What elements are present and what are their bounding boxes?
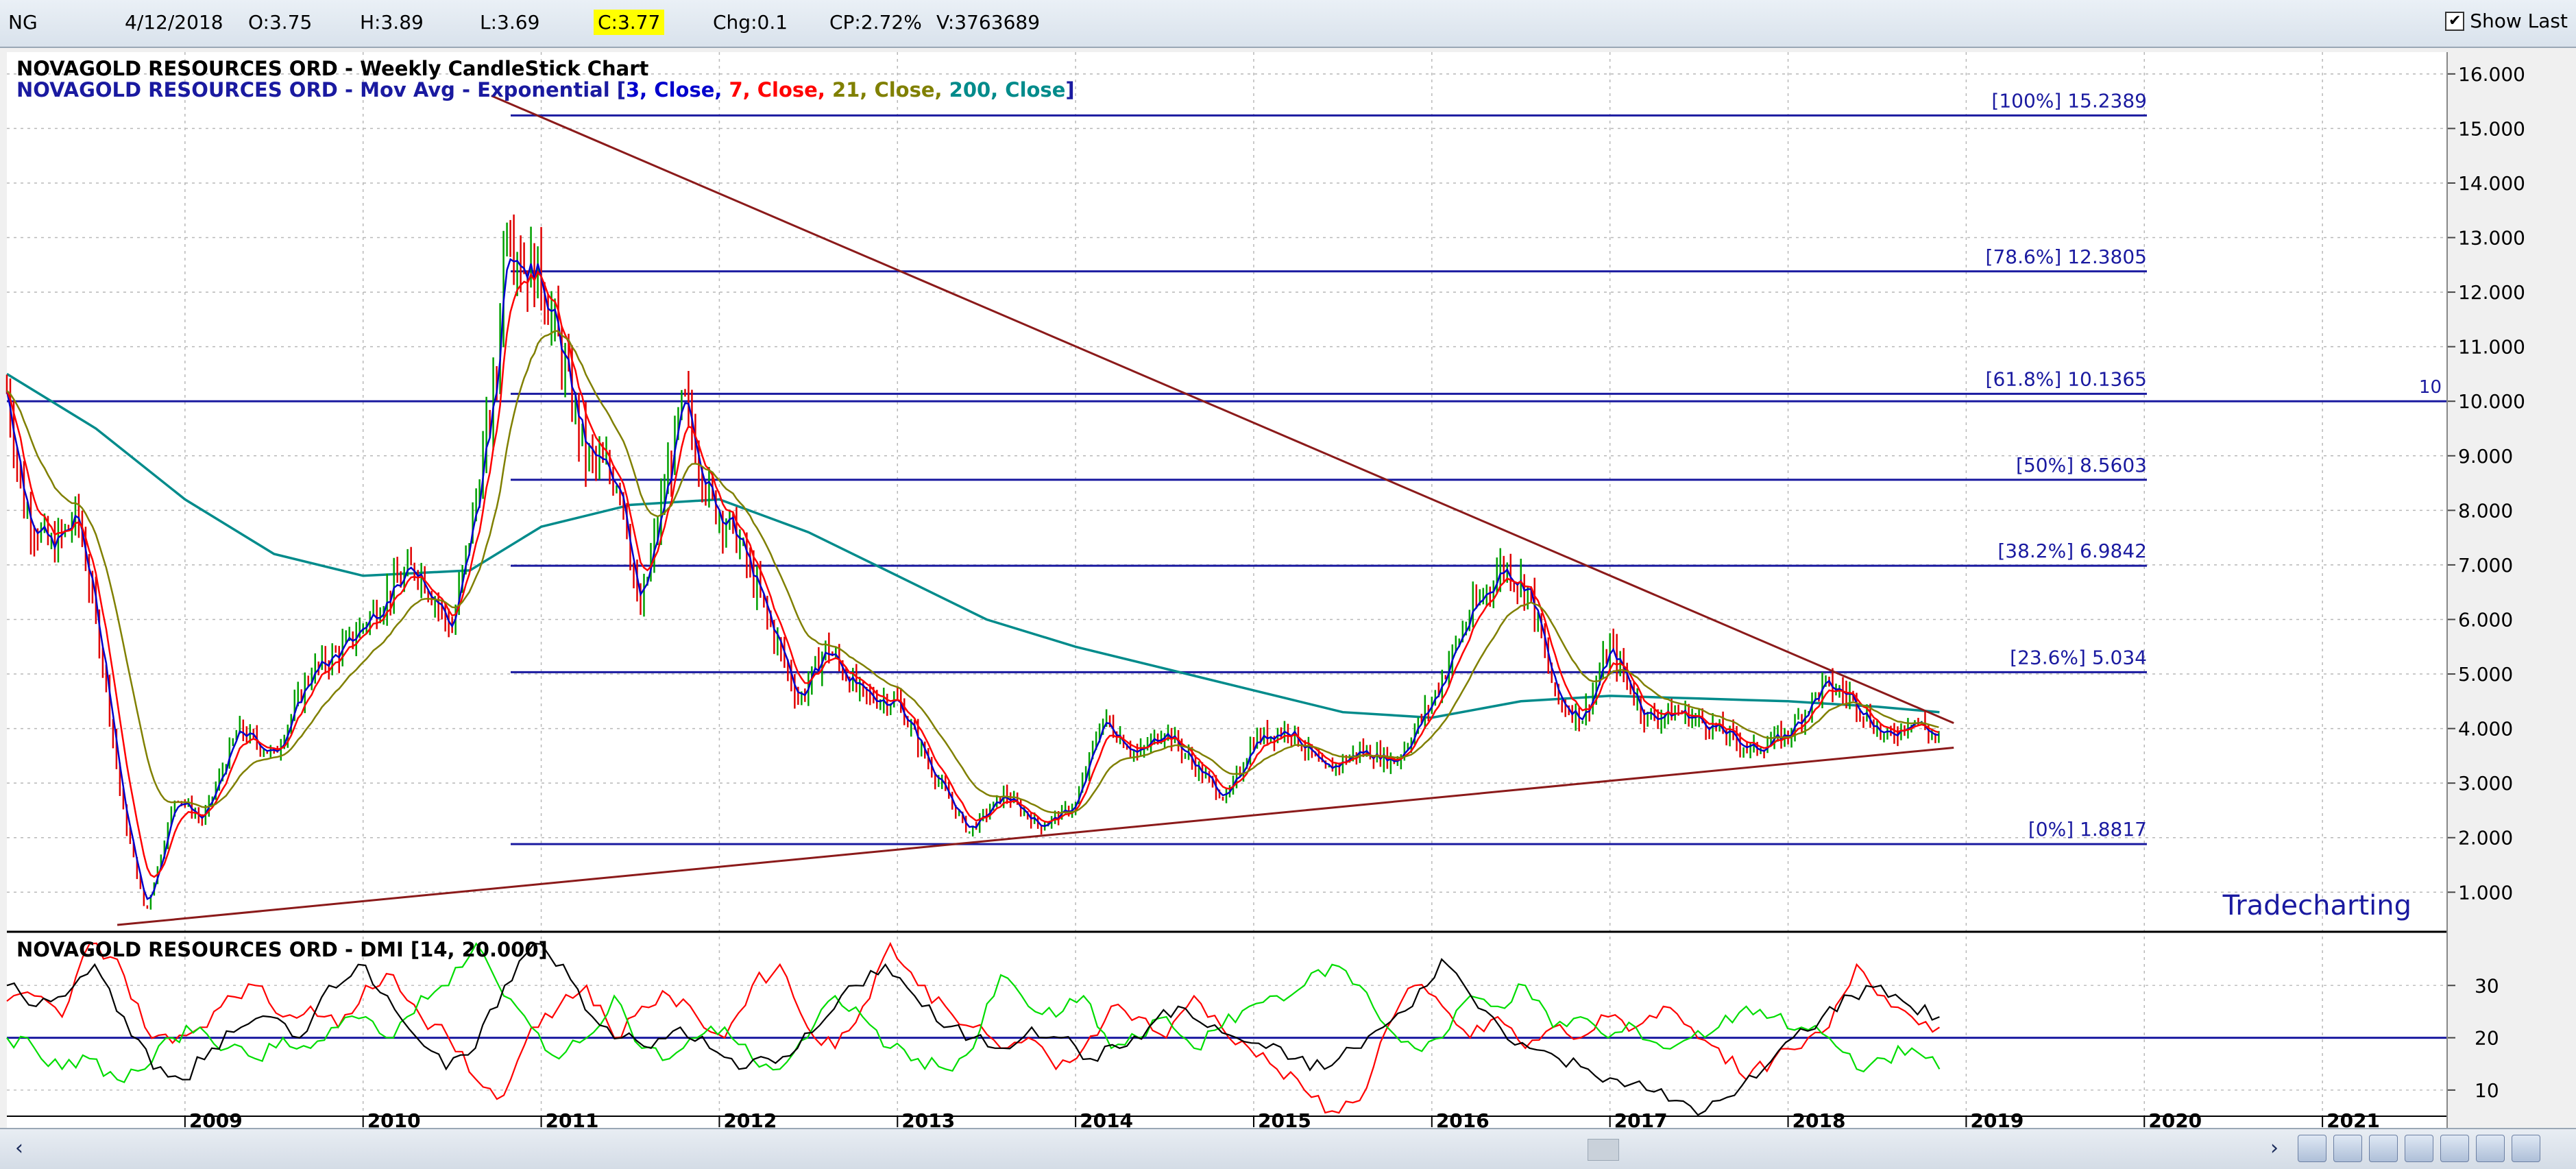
y-tick-label: 10.000: [2458, 390, 2525, 413]
y-tick-label: 4.000: [2458, 718, 2513, 740]
x-tick-label: 2021: [2326, 1109, 2380, 1128]
x-tick-label: 2018: [1793, 1109, 1846, 1128]
ma-200-label: 200, Close: [949, 78, 1066, 101]
x-tick-label: 2013: [901, 1109, 955, 1128]
navigation-bar: ‹ ›: [0, 1128, 2576, 1169]
scroll-left-icon[interactable]: ‹: [15, 1136, 23, 1160]
show-last-toggle[interactable]: ✔ Show Last: [2445, 10, 2568, 32]
ma-21-label: 21, Close,: [832, 78, 949, 101]
low-label: L:3.69: [480, 11, 540, 34]
change-pct-label: CP:2.72%: [829, 11, 922, 34]
dmi-tick-label: 10: [2475, 1079, 2499, 1102]
fib-level-label: [100%] 15.2389: [1991, 89, 2147, 112]
y-tick-label: 2.000: [2458, 827, 2513, 849]
show-last-label: Show Last: [2470, 10, 2568, 32]
ma-legend-prefix: NOVAGOLD RESOURCES ORD - Mov Avg - Expon…: [16, 78, 626, 101]
x-tick-label: 2017: [1614, 1109, 1668, 1128]
ma-7-label: 7, Close,: [729, 78, 831, 101]
show-last-checkbox[interactable]: ✔: [2445, 11, 2465, 31]
y-tick-label: 12.000: [2458, 281, 2525, 304]
dmi-panel-bg: [7, 933, 2447, 1128]
date-label: 4/12/2018: [125, 11, 223, 34]
y-tick-label: 14.000: [2458, 172, 2525, 195]
y-tick-label: 15.000: [2458, 117, 2525, 140]
fib-level-label: [38.2%] 6.9842: [1997, 540, 2147, 562]
level-line-label: 10: [2419, 377, 2442, 398]
y-tick-label: 1.000: [2458, 881, 2513, 904]
horizontal-scrollbar-thumb[interactable]: [1588, 1139, 1619, 1161]
toolbar: NG 4/12/2018 O:3.75 H:3.89 L:3.69 C:3.77…: [0, 0, 2576, 48]
fib-level-label: [61.8%] 10.1365: [1986, 367, 2147, 390]
y-tick-label: 8.000: [2458, 499, 2513, 522]
chart-title: NOVAGOLD RESOURCES ORD - Weekly CandleSt…: [16, 57, 649, 80]
fib-level-label: [23.6%] 5.034: [2010, 646, 2147, 668]
open-label: O:3.75: [248, 11, 313, 34]
watermark: Tradecharting: [2222, 890, 2411, 921]
y-tick-label: 7.000: [2458, 554, 2513, 577]
y-tick-label: 3.000: [2458, 772, 2513, 795]
ma-3-label: 3, Close,: [626, 78, 729, 101]
symbol-label: NG: [8, 11, 38, 34]
fib-level-label: [0%] 1.8817: [2028, 818, 2147, 841]
y-tick-label: 11.000: [2458, 336, 2525, 359]
x-tick-label: 2020: [2148, 1109, 2202, 1128]
next-icon[interactable]: [2512, 1135, 2540, 1162]
y-tick-label: 9.000: [2458, 445, 2513, 468]
first-icon[interactable]: [2440, 1135, 2469, 1162]
close-label: C:3.77: [594, 10, 665, 35]
high-label: H:3.89: [360, 11, 424, 34]
x-tick-label: 2011: [546, 1109, 599, 1128]
fib-level-label: [78.6%] 12.3805: [1986, 245, 2147, 268]
y-tick-label: 6.000: [2458, 608, 2513, 631]
print-icon[interactable]: [2369, 1135, 2398, 1162]
chart-area[interactable]: 10 [100%] 15.2389 [78.6%] 12.3805 [61.8%] …: [0, 48, 2576, 1128]
x-tick-label: 2009: [189, 1109, 243, 1128]
x-tick-label: 2016: [1436, 1109, 1490, 1128]
dmi-title: NOVAGOLD RESOURCES ORD - DMI [14, 20.000…: [16, 938, 548, 961]
zoom-out-icon[interactable]: [2333, 1135, 2362, 1162]
close-value: C:3.77: [594, 10, 665, 35]
zoom-in-icon[interactable]: [2298, 1135, 2326, 1162]
ma-legend-suffix: ]: [1065, 78, 1074, 101]
dmi-tick-label: 30: [2475, 974, 2499, 997]
change-label: Chg:0.1: [713, 11, 788, 34]
x-tick-label: 2019: [1970, 1109, 2024, 1128]
x-tick-label: 2015: [1258, 1109, 1311, 1128]
y-tick-label: 13.000: [2458, 227, 2525, 250]
y-tick-label: 16.000: [2458, 63, 2525, 86]
prev-icon[interactable]: [2476, 1135, 2505, 1162]
scroll-right-icon[interactable]: ›: [2270, 1136, 2279, 1160]
y-tick-label: 5.000: [2458, 663, 2513, 686]
ma-legend: NOVAGOLD RESOURCES ORD - Mov Avg - Expon…: [16, 78, 1075, 101]
x-tick-label: 2014: [1080, 1109, 1133, 1128]
dmi-tick-label: 20: [2475, 1027, 2499, 1050]
x-tick-label: 2010: [367, 1109, 421, 1128]
fit-icon[interactable]: [2405, 1135, 2433, 1162]
volume-label: V:3763689: [936, 11, 1041, 34]
fib-level-label: [50%] 8.5603: [2016, 454, 2147, 477]
x-tick-label: 2012: [723, 1109, 777, 1128]
